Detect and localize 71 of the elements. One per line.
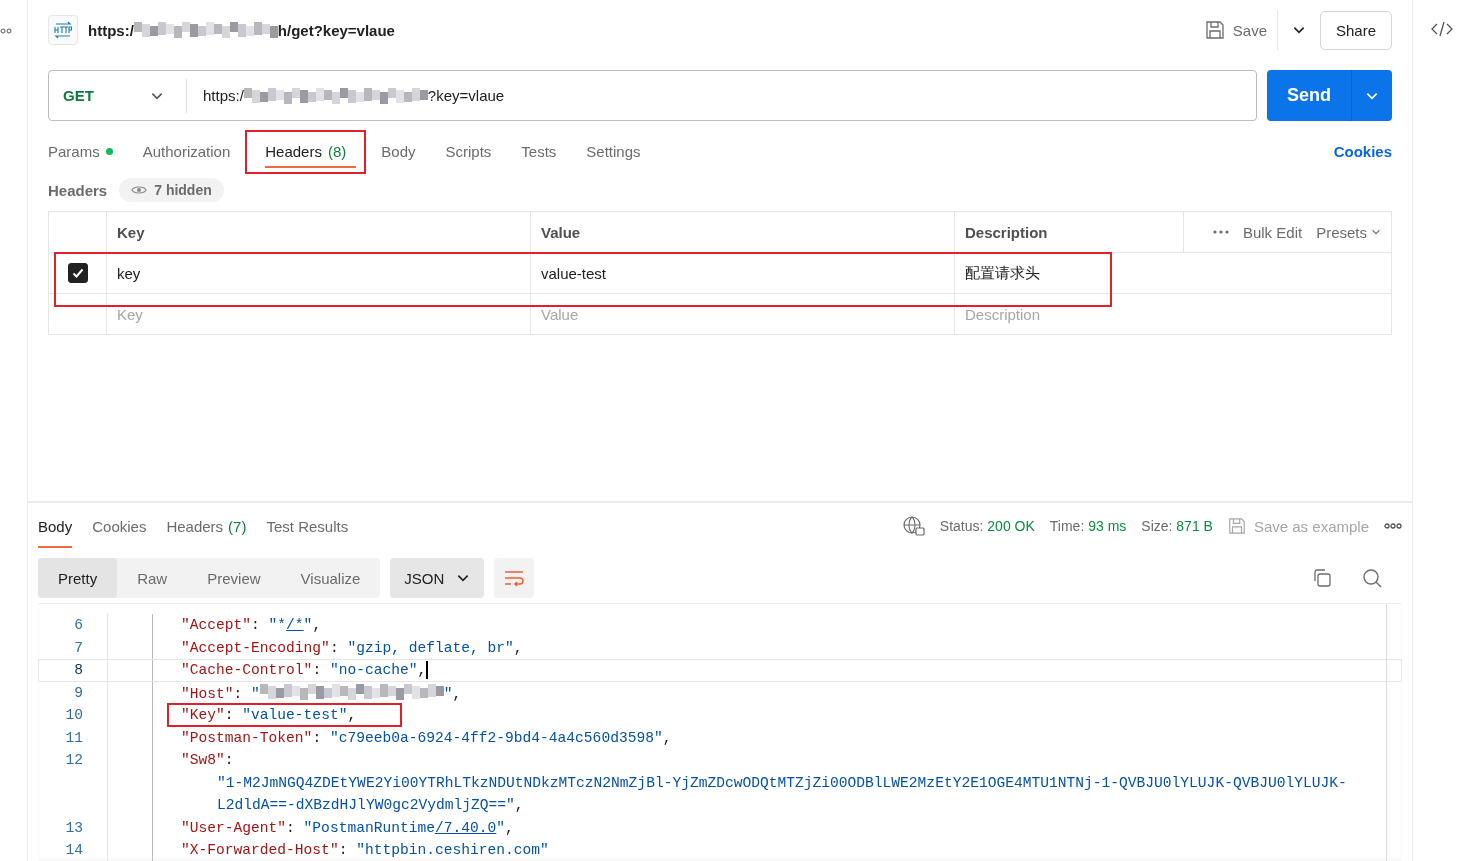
method-dropdown[interactable]: GET: [49, 78, 187, 113]
response-tab[interactable]: Cookies: [92, 504, 147, 548]
checkbox[interactable]: [67, 263, 88, 283]
hidden-headers-toggle[interactable]: 7 hidden: [119, 178, 224, 202]
column-header: Key: [117, 223, 145, 241]
line-number: 7: [73, 639, 83, 656]
section-title: Headers: [48, 181, 108, 199]
column-header: Value: [541, 223, 581, 241]
wrap-lines-icon: [504, 569, 525, 587]
text-cursor: [426, 661, 429, 680]
globe-lock-icon: [902, 516, 925, 536]
code-icon[interactable]: [1431, 20, 1453, 38]
eye-icon: [131, 185, 148, 195]
view-tab[interactable]: Preview: [187, 558, 281, 598]
code-line: "Accept-Encoding": "gzip, deflate, br",: [181, 639, 523, 656]
request-tab[interactable]: Body: [366, 129, 431, 174]
view-tab[interactable]: Pretty: [38, 558, 118, 598]
code-line: "User-Agent": "PostmanRuntime/7.40.0",: [181, 819, 514, 836]
presets-dropdown[interactable]: Presets: [1316, 223, 1381, 241]
table-cell: value-test: [541, 264, 607, 282]
line-number: 12: [64, 752, 83, 769]
code-line: "Cache-Control": "no-cache",: [181, 662, 427, 679]
view-tab[interactable]: Raw: [117, 558, 188, 598]
line-number: 11: [64, 729, 83, 746]
http-icon: [48, 15, 78, 45]
request-tab[interactable]: Headers (8): [245, 129, 367, 174]
request-tab[interactable]: Params: [48, 129, 128, 174]
more-icon[interactable]: [0, 28, 12, 34]
view-tab[interactable]: Visualize: [280, 558, 381, 598]
code-line: L2dldA==-dXBzdHJlYW0gc2VydmljZQ==",: [217, 797, 524, 814]
response-tab[interactable]: Body: [38, 504, 73, 548]
url-field[interactable]: GET https:/ ?key=vlaue: [48, 70, 1257, 121]
line-number: 10: [64, 707, 83, 724]
code-line: "Accept": "*/*",: [181, 617, 322, 634]
code-line: "Sw8":: [181, 752, 234, 769]
size-text: Size: 871 B: [1141, 518, 1213, 534]
time-text: Time: 93 ms: [1049, 518, 1127, 534]
share-button[interactable]: Share: [1320, 10, 1392, 50]
request-tab[interactable]: Authorization: [127, 129, 246, 174]
request-tab[interactable]: Tests: [506, 129, 572, 174]
line-number: 6: [73, 617, 83, 634]
request-title: https:/ h/get?key=vlaue: [88, 21, 395, 39]
table-cell: 配置请求头: [965, 263, 1040, 281]
response-tab[interactable]: Headers (7): [166, 504, 247, 548]
column-header: Description: [965, 223, 1048, 241]
code-line: "1-M2JmNGQ4ZDEtYWE2Yi00YTRhLTkzNDUtNDkzMTczN2NmZjBl-YjZmZDcwODQtMTZjZi00ODBlLWE2MzEtY2E1OGE4MTU1NTNj-1-QVBJU0lYLUJK-QVBJU0lYLUJK-: [217, 774, 1347, 791]
table-cell: key: [117, 264, 141, 282]
check-icon: [70, 266, 85, 280]
wrap-lines-button[interactable]: [494, 558, 535, 598]
code-line: "Postman-Token": "c79eeb0a-6924-4ff2-9bd4-4a4c560d3598",: [181, 729, 672, 746]
code-line: "X-Forwarded-Host": "httpbin.ceshiren.com": [181, 842, 549, 859]
chevron-down-icon: [1371, 227, 1381, 237]
copy-icon[interactable]: [1312, 568, 1332, 588]
save-icon: [1227, 517, 1246, 535]
request-tab[interactable]: Settings: [571, 129, 656, 174]
more-icon[interactable]: [1384, 523, 1402, 529]
status-text: Status: 200 OK: [939, 518, 1035, 534]
response-tab[interactable]: Test Results: [266, 504, 349, 548]
bulk-edit-button[interactable]: Bulk Edit: [1242, 223, 1303, 241]
search-icon[interactable]: [1362, 568, 1382, 588]
line-number: 8: [73, 662, 83, 679]
more-icon[interactable]: [1212, 230, 1229, 234]
line-number: 14: [64, 842, 83, 859]
cookies-link[interactable]: Cookies: [1333, 143, 1392, 160]
line-number: 13: [64, 819, 83, 836]
save-icon: [1204, 20, 1225, 40]
request-tab[interactable]: Scripts: [430, 129, 507, 174]
code-line: "Host": " ",: [181, 683, 462, 702]
save-button[interactable]: Save: [1194, 20, 1277, 40]
line-number: 9: [73, 684, 83, 701]
format-dropdown[interactable]: JSON: [390, 558, 485, 598]
